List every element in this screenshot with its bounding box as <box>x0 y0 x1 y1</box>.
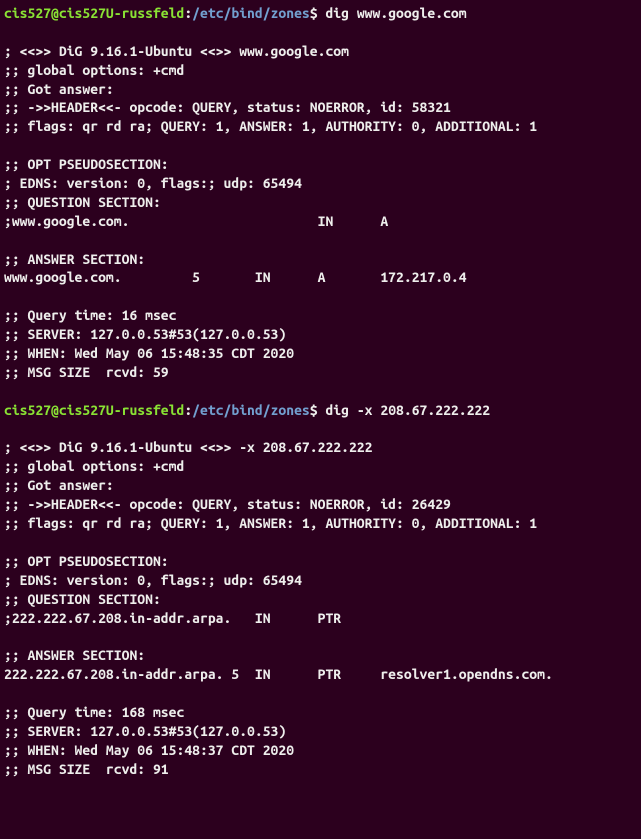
prompt-dollar-2: $ <box>310 402 326 418</box>
output-2: ; <<>> DiG 9.16.1-Ubuntu <<>> -x 208.67.… <box>4 439 553 776</box>
command-2[interactable]: dig -x 208.67.222.222 <box>325 402 490 418</box>
prompt-path-1: /etc/bind/zones <box>192 5 310 21</box>
prompt-path-2: /etc/bind/zones <box>192 402 310 418</box>
prompt-dollar-1: $ <box>310 5 326 21</box>
prompt-sep-1: : <box>184 5 192 21</box>
prompt-sep-2: : <box>184 402 192 418</box>
output-1: ; <<>> DiG 9.16.1-Ubuntu <<>> www.google… <box>4 43 537 380</box>
command-1[interactable]: dig www.google.com <box>325 5 466 21</box>
prompt-user-2: cis527@cis527U-russfeld <box>4 402 184 418</box>
prompt-user-1: cis527@cis527U-russfeld <box>4 5 184 21</box>
